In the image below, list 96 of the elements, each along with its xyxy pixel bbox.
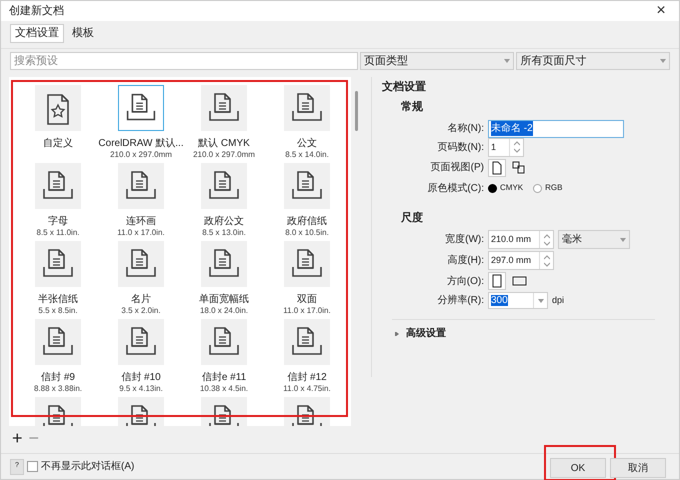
preset-tile[interactable] xyxy=(118,318,164,365)
radio-label: RGB xyxy=(545,182,562,194)
spin-arrows-icon xyxy=(544,234,550,246)
section-title: 常规 xyxy=(401,100,424,116)
tab[interactable]: 模板 xyxy=(68,24,98,44)
preset-tile[interactable] xyxy=(118,240,164,287)
preset-name: 字母 xyxy=(48,214,68,228)
caret-icon xyxy=(394,332,400,336)
search-field[interactable]: 搜索预设 xyxy=(10,52,358,70)
field-label: 名称(N): xyxy=(446,122,484,136)
input-field[interactable]: 210.0 mm xyxy=(488,230,554,250)
preset-size: 210.0 x 297.0mm xyxy=(193,150,255,160)
preset-size: 8.0 x 10.5in. xyxy=(285,228,329,238)
preset-tile[interactable] xyxy=(284,240,330,287)
checkbox[interactable] xyxy=(27,461,38,472)
add-button[interactable]: + xyxy=(12,428,23,447)
preset-size: 8.5 x 13.0in. xyxy=(202,228,246,238)
preset-size: 11.0 x 4.75in. xyxy=(283,384,331,394)
input-field[interactable]: 297.0 mm xyxy=(488,251,554,270)
preset-name: 半张信纸 xyxy=(38,292,78,306)
section-title: 文档设置 xyxy=(382,80,427,95)
radio-button[interactable] xyxy=(533,184,542,193)
window-title: 创建新文档 xyxy=(9,4,64,19)
input-field[interactable]: 1 xyxy=(488,138,524,157)
preset-tile[interactable] xyxy=(284,162,330,209)
preset-tile[interactable] xyxy=(201,162,247,209)
field-label: 页面视图(P) xyxy=(430,160,484,176)
spin-arrows-icon xyxy=(544,254,550,267)
field-label: 原色模式(C): xyxy=(426,182,484,196)
dropdown[interactable]: 所有页面尺寸 xyxy=(516,52,670,70)
dialog-button[interactable]: OK xyxy=(550,458,606,478)
close-button[interactable]: × xyxy=(651,3,671,20)
preset-size: 18.0 x 24.0in. xyxy=(200,306,248,316)
preset-size: 11.0 x 17.0in. xyxy=(117,228,165,238)
spin-button[interactable] xyxy=(539,252,553,270)
input-field[interactable]: 未命名 -2 xyxy=(488,120,624,138)
preset-name: 自定义 xyxy=(43,136,73,150)
preset-name: CorelDRAW 默认... xyxy=(98,136,184,150)
preset-size: 3.5 x 2.0in. xyxy=(121,306,161,316)
field-label: 宽度(W): xyxy=(444,232,484,248)
pages-icon xyxy=(511,160,527,176)
field-label: 分辨率(R): xyxy=(436,294,484,308)
spin-button[interactable] xyxy=(539,231,553,248)
preset-name: 政府信纸 xyxy=(287,214,327,228)
preset-name: 公文 xyxy=(297,136,317,150)
preset-name: 名片 xyxy=(131,292,151,306)
checkbox-label: 不再显示此对话框(A) xyxy=(41,460,134,474)
preset-tile[interactable] xyxy=(118,162,164,209)
expander[interactable]: 高级设置 xyxy=(394,326,665,342)
preset-name: 信封 #9 xyxy=(41,370,75,384)
caret-icon xyxy=(620,238,626,242)
caret-icon xyxy=(504,59,510,64)
preset-size: 8.5 x 11.0in. xyxy=(36,228,80,238)
dropdown-field[interactable]: 300 xyxy=(488,292,548,310)
section-title: 尺度 xyxy=(401,210,424,226)
preset-size: 8.88 x 3.88in. xyxy=(34,384,82,394)
preset-name: 双面 xyxy=(297,292,317,306)
preset-tile[interactable] xyxy=(284,84,330,131)
preset-tile[interactable] xyxy=(118,84,164,131)
preset-name: 连环画 xyxy=(126,214,156,228)
view-toggle[interactable] xyxy=(488,158,506,177)
preset-tile[interactable] xyxy=(201,240,247,287)
preset-name: 默认 CMYK xyxy=(198,136,250,150)
preset-tile[interactable] xyxy=(284,318,330,365)
preset-size: 10.38 x 4.5in. xyxy=(200,384,248,394)
dropdown[interactable]: 页面类型 xyxy=(360,52,514,70)
caret-icon xyxy=(538,298,544,303)
preset-name: 信封 #10 xyxy=(121,370,161,384)
field-label: 高度(H): xyxy=(446,254,484,268)
preset-size: 8.5 x 14.0in. xyxy=(285,150,329,160)
field-label: 页码数(N): xyxy=(436,140,484,155)
preset-name: 信封 #12 xyxy=(287,370,327,384)
preset-size: 9.5 x 4.13in. xyxy=(119,384,163,394)
spin-arrows-icon xyxy=(514,141,520,154)
preset-tile[interactable] xyxy=(201,318,247,365)
preset-name: 单面宽幅纸 xyxy=(199,292,249,306)
radio-label: CMYK xyxy=(500,182,524,194)
scrollbar-thumb[interactable] xyxy=(354,90,358,131)
field-label: 方向(O): xyxy=(446,274,484,289)
preset-tile[interactable] xyxy=(35,318,81,365)
tab[interactable]: 文档设置 xyxy=(10,24,64,44)
preset-tile[interactable] xyxy=(35,240,81,287)
preset-size: 210.0 x 297.0mm xyxy=(110,150,172,160)
radio-button[interactable] xyxy=(488,184,497,193)
preset-name: 政府公文 xyxy=(204,214,244,228)
orientation-toggle[interactable] xyxy=(488,272,506,290)
preset-name: 信封e #11 xyxy=(202,370,246,384)
dropdown[interactable]: 毫米 xyxy=(558,230,630,250)
preset-tile[interactable] xyxy=(35,84,81,131)
unit-label: dpi xyxy=(552,294,564,307)
caret-icon xyxy=(660,59,666,64)
preset-size: 5.5 x 8.5in. xyxy=(38,306,78,316)
dialog-button[interactable]: 取消 xyxy=(610,458,666,478)
preset-size: 11.0 x 17.0in. xyxy=(283,306,331,316)
preset-tile[interactable] xyxy=(201,84,247,131)
preset-tile[interactable] xyxy=(35,162,81,209)
